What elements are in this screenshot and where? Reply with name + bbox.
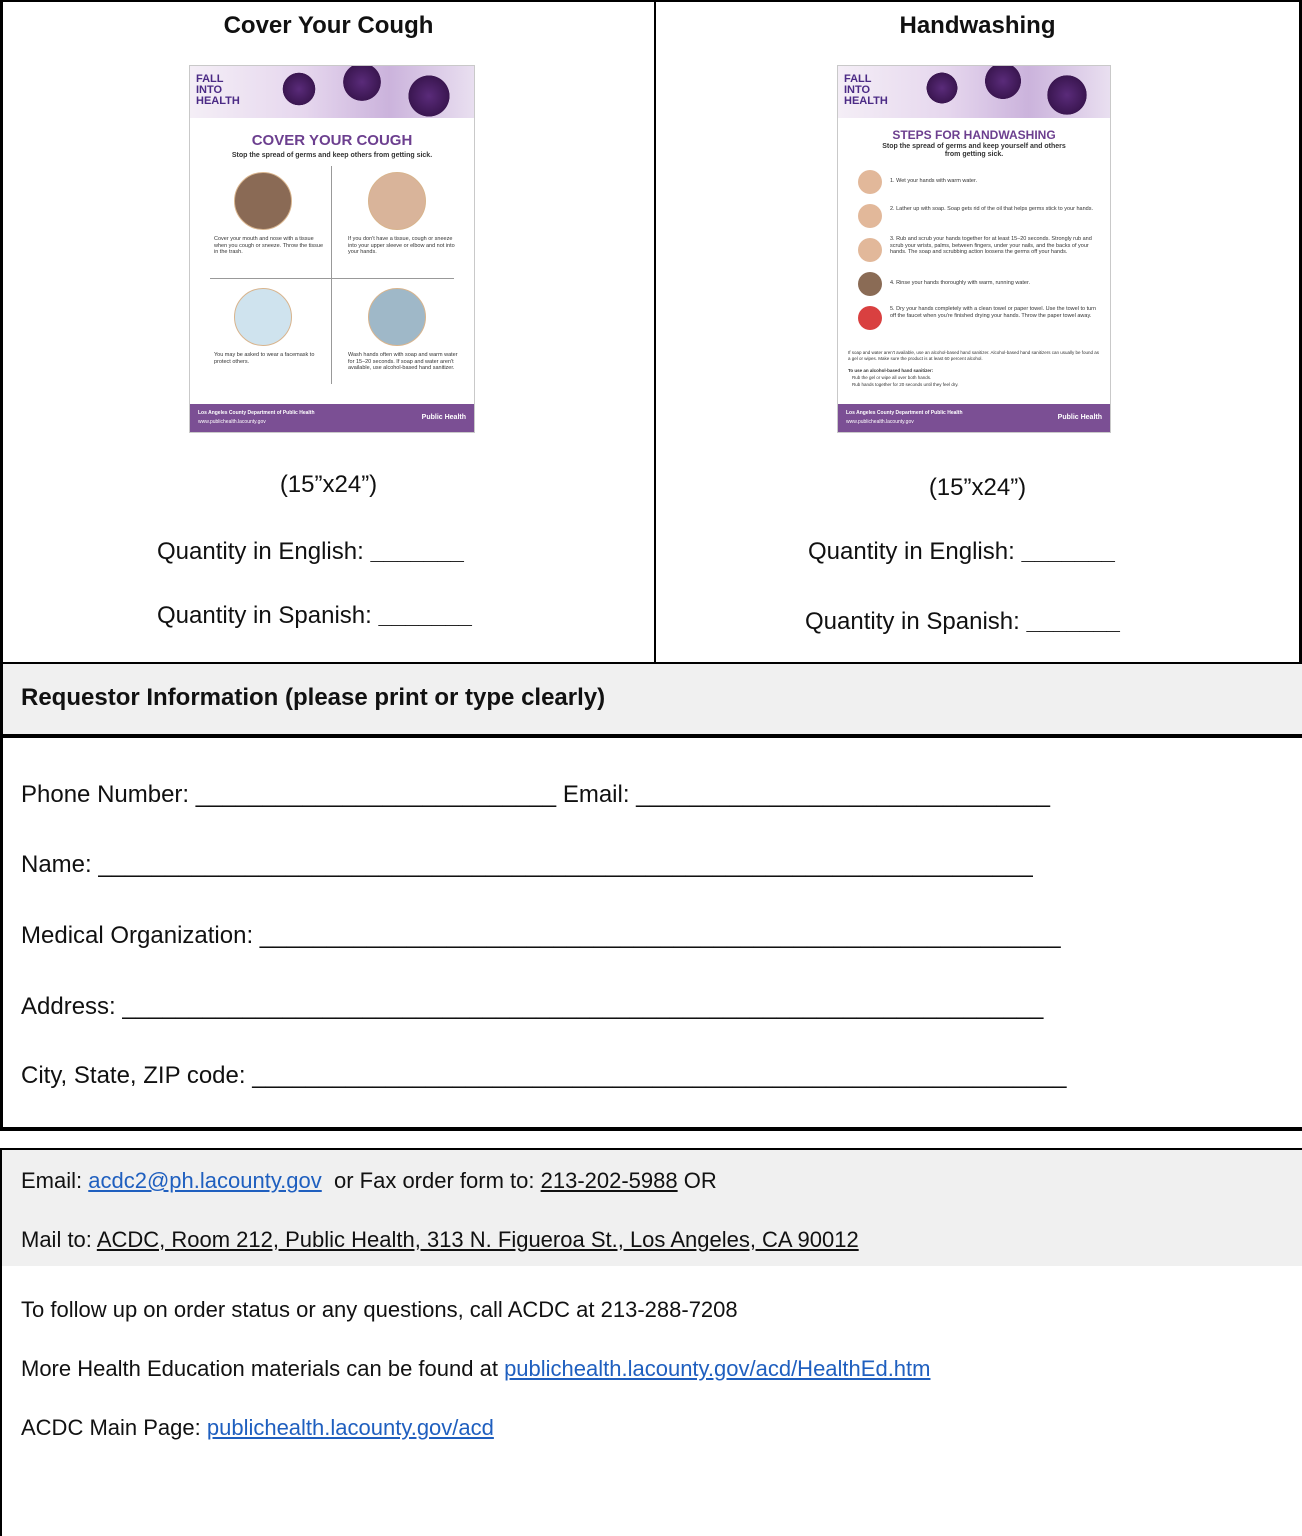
qty-english-cough: Quantity in English: _______	[157, 538, 464, 565]
photo-person-tissue	[234, 172, 292, 230]
poster-title: COVER YOUR COUGH	[251, 132, 413, 149]
address-row: Address: _______________________________…	[21, 993, 1044, 1020]
requestor-header-bottom-border	[0, 734, 1302, 738]
poster-heading-cough: Cover Your Cough	[223, 12, 434, 39]
fall-into-health-logo: FALL INTO HEALTH	[196, 73, 240, 107]
virus-graphic	[1044, 72, 1090, 118]
email-fax-line: Email: acdc2@ph.lacounty.gov or Fax orde…	[21, 1168, 717, 1193]
qty-english-handwashing: Quantity in English: _______	[808, 538, 1115, 565]
poster-subtitle: Stop the spread of germs and keep others…	[231, 152, 433, 159]
sanitizer-step: Rub hands together for 20 seconds until …	[852, 382, 959, 387]
poster-title: STEPS FOR HANDWASHING	[892, 128, 1056, 142]
email-field[interactable]: _______________________________	[636, 781, 1050, 808]
poster-subtitle: Stop the spread of germs and keep yourse…	[882, 143, 1066, 158]
handwash-step: 1. Wet your hands with warm water.	[890, 178, 978, 184]
mail-line: Mail to: ACDC, Room 212, Public Health, …	[21, 1227, 859, 1252]
acdc-main-page-link[interactable]: publichealth.lacounty.gov/acd	[207, 1415, 494, 1440]
health-ed-link[interactable]: publichealth.lacounty.gov/acd/HealthEd.h…	[504, 1356, 930, 1381]
handwash-step: 4. Rinse your hands thoroughly with warm…	[890, 280, 1031, 286]
handwashing-poster: FALL INTO HEALTH STEPS FOR HANDWASHING S…	[837, 65, 1111, 433]
main-page-line: ACDC Main Page: publichealth.lacounty.go…	[21, 1415, 494, 1440]
poster-footer: Los Angeles County Department of Public …	[838, 404, 1110, 432]
poster-size-cough: (15”x24”)	[279, 471, 378, 498]
fall-into-health-logo: FALL INTO HEALTH	[844, 73, 888, 107]
sanitizer-step: Rub the gel or wipe all over both hands.	[852, 375, 932, 380]
column-divider	[654, 0, 656, 664]
requestor-bottom-border	[0, 1127, 1302, 1131]
qty-spanish-handwashing-blank[interactable]: _______	[1026, 608, 1119, 635]
cover-your-cough-poster: FALL INTO HEALTH COVER YOUR COUGH Stop t…	[189, 65, 475, 433]
poster-heading-handwashing: Handwashing	[899, 12, 1056, 39]
handwash-step: 3. Rub and scrub your hands together for…	[890, 236, 1092, 255]
poster-panel-text: If you don't have a tissue, cough or sne…	[348, 236, 455, 255]
qty-spanish-cough-blank[interactable]: _______	[378, 602, 471, 629]
city-state-zip-field[interactable]: ________________________________________…	[252, 1062, 1066, 1089]
address-field[interactable]: ________________________________________…	[122, 993, 1043, 1020]
photo-person-mask	[234, 288, 292, 346]
poster-size-handwashing: (15”x24”)	[928, 474, 1027, 501]
name-field[interactable]: ________________________________________…	[98, 851, 1032, 878]
qty-english-handwashing-blank[interactable]: _______	[1021, 538, 1114, 565]
fax-number: 213-202-5988	[540, 1168, 678, 1193]
table-top-border	[0, 0, 1302, 2]
mail-address: ACDC, Room 212, Public Health, 313 N. Fi…	[96, 1227, 859, 1252]
step-photo-icon	[858, 272, 882, 296]
handwash-step: 5. Dry your hands completely with a clea…	[890, 306, 1097, 319]
step-photo-icon	[858, 306, 882, 330]
virus-graphic	[280, 70, 318, 108]
order-email-link[interactable]: acdc2@ph.lacounty.gov	[88, 1168, 322, 1193]
name-row: Name: __________________________________…	[21, 851, 1033, 878]
poster-panel-text: You may be asked to wear a facemask to p…	[214, 352, 315, 365]
poster-divider-vertical	[331, 166, 332, 384]
poster-footer: Los Angeles County Department of Public …	[190, 404, 474, 432]
city-state-zip-row: City, State, ZIP code: _________________…	[21, 1062, 1067, 1089]
poster-divider-horizontal	[210, 278, 454, 279]
phone-number-field[interactable]: ___________________________	[196, 781, 556, 808]
qty-spanish-handwashing: Quantity in Spanish: _______	[805, 608, 1120, 635]
qty-english-cough-blank[interactable]: _______	[370, 538, 463, 565]
more-materials-line: More Health Education materials can be f…	[21, 1356, 931, 1381]
medical-organization-field[interactable]: ________________________________________…	[260, 922, 1061, 949]
table-left-border	[0, 0, 3, 1130]
step-photo-icon	[858, 170, 882, 194]
poster-panel-text: Wash hands often with soap and warm wate…	[348, 352, 458, 371]
virus-graphic	[405, 72, 453, 120]
handwash-step: 2. Lather up with soap. Soap gets rid of…	[890, 206, 1094, 212]
step-photo-icon	[858, 238, 882, 262]
followup-line: To follow up on order status or any ques…	[21, 1297, 738, 1322]
sanitizer-note: If soap and water aren't available, use …	[848, 350, 1100, 361]
organization-row: Medical Organization: __________________…	[21, 922, 1061, 949]
poster-panel-text: Cover your mouth and nose with a tissue …	[214, 236, 324, 255]
phone-email-row: Phone Number: __________________________…	[21, 781, 1050, 808]
step-photo-icon	[858, 204, 882, 228]
virus-graphic	[924, 70, 960, 106]
photo-washing-hands	[368, 288, 426, 346]
photo-person-elbow	[368, 172, 426, 230]
qty-spanish-cough: Quantity in Spanish: _______	[157, 602, 472, 629]
requestor-header: Requestor Information (please print or t…	[21, 684, 606, 711]
sanitizer-title: To use an alcohol-based hand sanitizer:	[848, 368, 934, 373]
